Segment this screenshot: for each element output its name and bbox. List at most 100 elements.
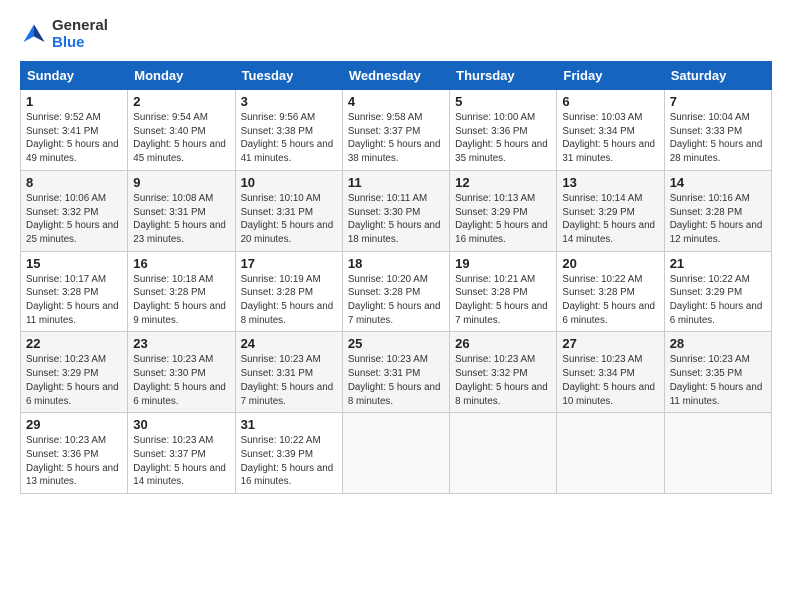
calendar-cell: 15 Sunrise: 10:17 AM Sunset: 3:28 PM Day… <box>21 251 128 332</box>
day-number: 31 <box>241 417 337 432</box>
calendar-cell: 13 Sunrise: 10:14 AM Sunset: 3:29 PM Day… <box>557 170 664 251</box>
day-number: 9 <box>133 175 229 190</box>
day-number: 29 <box>26 417 122 432</box>
day-number: 25 <box>348 336 444 351</box>
day-detail: Sunrise: 10:18 AM Sunset: 3:28 PM Daylig… <box>133 273 229 328</box>
day-detail: Sunrise: 10:08 AM Sunset: 3:31 PM Daylig… <box>133 192 229 247</box>
day-number: 14 <box>670 175 766 190</box>
day-number: 18 <box>348 256 444 271</box>
weekday-header-row: SundayMondayTuesdayWednesdayThursdayFrid… <box>21 62 772 90</box>
calendar-cell: 24 Sunrise: 10:23 AM Sunset: 3:31 PM Day… <box>235 332 342 413</box>
calendar-cell: 31 Sunrise: 10:22 AM Sunset: 3:39 PM Day… <box>235 413 342 494</box>
calendar-cell: 3 Sunrise: 9:56 AM Sunset: 3:38 PM Dayli… <box>235 90 342 171</box>
weekday-header-wednesday: Wednesday <box>342 62 449 90</box>
calendar-cell: 19 Sunrise: 10:21 AM Sunset: 3:28 PM Day… <box>450 251 557 332</box>
day-number: 27 <box>562 336 658 351</box>
day-detail: Sunrise: 10:17 AM Sunset: 3:28 PM Daylig… <box>26 273 122 328</box>
day-number: 16 <box>133 256 229 271</box>
day-number: 11 <box>348 175 444 190</box>
calendar-cell: 9 Sunrise: 10:08 AM Sunset: 3:31 PM Dayl… <box>128 170 235 251</box>
calendar-cell: 20 Sunrise: 10:22 AM Sunset: 3:28 PM Day… <box>557 251 664 332</box>
day-number: 10 <box>241 175 337 190</box>
day-detail: Sunrise: 10:23 AM Sunset: 3:31 PM Daylig… <box>241 353 337 408</box>
day-number: 4 <box>348 94 444 109</box>
day-number: 13 <box>562 175 658 190</box>
day-detail: Sunrise: 10:03 AM Sunset: 3:34 PM Daylig… <box>562 111 658 166</box>
day-number: 8 <box>26 175 122 190</box>
calendar-cell: 4 Sunrise: 9:58 AM Sunset: 3:37 PM Dayli… <box>342 90 449 171</box>
day-number: 1 <box>26 94 122 109</box>
day-detail: Sunrise: 10:20 AM Sunset: 3:28 PM Daylig… <box>348 273 444 328</box>
day-number: 19 <box>455 256 551 271</box>
day-detail: Sunrise: 10:23 AM Sunset: 3:36 PM Daylig… <box>26 434 122 489</box>
day-number: 23 <box>133 336 229 351</box>
calendar-cell: 2 Sunrise: 9:54 AM Sunset: 3:40 PM Dayli… <box>128 90 235 171</box>
day-detail: Sunrise: 10:23 AM Sunset: 3:34 PM Daylig… <box>562 353 658 408</box>
day-detail: Sunrise: 10:13 AM Sunset: 3:29 PM Daylig… <box>455 192 551 247</box>
day-number: 20 <box>562 256 658 271</box>
calendar-cell: 12 Sunrise: 10:13 AM Sunset: 3:29 PM Day… <box>450 170 557 251</box>
day-number: 12 <box>455 175 551 190</box>
week-row-1: 1 Sunrise: 9:52 AM Sunset: 3:41 PM Dayli… <box>21 90 772 171</box>
logo-text: General Blue <box>52 18 108 51</box>
day-number: 26 <box>455 336 551 351</box>
calendar-cell: 5 Sunrise: 10:00 AM Sunset: 3:36 PM Dayl… <box>450 90 557 171</box>
calendar-cell <box>450 413 557 494</box>
logo: General Blue <box>20 18 108 51</box>
weekday-header-saturday: Saturday <box>664 62 771 90</box>
day-detail: Sunrise: 10:23 AM Sunset: 3:37 PM Daylig… <box>133 434 229 489</box>
calendar-cell: 8 Sunrise: 10:06 AM Sunset: 3:32 PM Dayl… <box>21 170 128 251</box>
day-detail: Sunrise: 10:23 AM Sunset: 3:30 PM Daylig… <box>133 353 229 408</box>
day-number: 2 <box>133 94 229 109</box>
weekday-header-monday: Monday <box>128 62 235 90</box>
day-detail: Sunrise: 9:58 AM Sunset: 3:37 PM Dayligh… <box>348 111 444 166</box>
calendar-cell: 30 Sunrise: 10:23 AM Sunset: 3:37 PM Day… <box>128 413 235 494</box>
weekday-header-thursday: Thursday <box>450 62 557 90</box>
day-detail: Sunrise: 10:23 AM Sunset: 3:35 PM Daylig… <box>670 353 766 408</box>
day-detail: Sunrise: 9:54 AM Sunset: 3:40 PM Dayligh… <box>133 111 229 166</box>
day-detail: Sunrise: 9:56 AM Sunset: 3:38 PM Dayligh… <box>241 111 337 166</box>
weekday-header-friday: Friday <box>557 62 664 90</box>
day-number: 5 <box>455 94 551 109</box>
page: General Blue SundayMondayTuesdayWednesda… <box>0 0 792 612</box>
calendar-cell: 17 Sunrise: 10:19 AM Sunset: 3:28 PM Day… <box>235 251 342 332</box>
calendar-cell: 27 Sunrise: 10:23 AM Sunset: 3:34 PM Day… <box>557 332 664 413</box>
calendar-cell <box>557 413 664 494</box>
day-detail: Sunrise: 10:23 AM Sunset: 3:29 PM Daylig… <box>26 353 122 408</box>
day-number: 22 <box>26 336 122 351</box>
day-detail: Sunrise: 10:19 AM Sunset: 3:28 PM Daylig… <box>241 273 337 328</box>
calendar-cell: 26 Sunrise: 10:23 AM Sunset: 3:32 PM Day… <box>450 332 557 413</box>
day-number: 15 <box>26 256 122 271</box>
calendar-cell: 11 Sunrise: 10:11 AM Sunset: 3:30 PM Day… <box>342 170 449 251</box>
day-detail: Sunrise: 10:06 AM Sunset: 3:32 PM Daylig… <box>26 192 122 247</box>
header: General Blue <box>20 18 772 51</box>
week-row-3: 15 Sunrise: 10:17 AM Sunset: 3:28 PM Day… <box>21 251 772 332</box>
day-number: 7 <box>670 94 766 109</box>
calendar-cell: 21 Sunrise: 10:22 AM Sunset: 3:29 PM Day… <box>664 251 771 332</box>
calendar-table: SundayMondayTuesdayWednesdayThursdayFrid… <box>20 61 772 494</box>
day-number: 21 <box>670 256 766 271</box>
calendar-cell: 18 Sunrise: 10:20 AM Sunset: 3:28 PM Day… <box>342 251 449 332</box>
calendar-cell <box>664 413 771 494</box>
calendar-cell <box>342 413 449 494</box>
calendar-cell: 6 Sunrise: 10:03 AM Sunset: 3:34 PM Dayl… <box>557 90 664 171</box>
day-detail: Sunrise: 10:22 AM Sunset: 3:28 PM Daylig… <box>562 273 658 328</box>
calendar-cell: 16 Sunrise: 10:18 AM Sunset: 3:28 PM Day… <box>128 251 235 332</box>
day-detail: Sunrise: 10:04 AM Sunset: 3:33 PM Daylig… <box>670 111 766 166</box>
day-number: 28 <box>670 336 766 351</box>
day-detail: Sunrise: 10:21 AM Sunset: 3:28 PM Daylig… <box>455 273 551 328</box>
calendar-cell: 1 Sunrise: 9:52 AM Sunset: 3:41 PM Dayli… <box>21 90 128 171</box>
day-number: 24 <box>241 336 337 351</box>
day-detail: Sunrise: 10:22 AM Sunset: 3:29 PM Daylig… <box>670 273 766 328</box>
day-detail: Sunrise: 10:00 AM Sunset: 3:36 PM Daylig… <box>455 111 551 166</box>
week-row-4: 22 Sunrise: 10:23 AM Sunset: 3:29 PM Day… <box>21 332 772 413</box>
calendar-cell: 22 Sunrise: 10:23 AM Sunset: 3:29 PM Day… <box>21 332 128 413</box>
day-detail: Sunrise: 10:23 AM Sunset: 3:32 PM Daylig… <box>455 353 551 408</box>
calendar-cell: 25 Sunrise: 10:23 AM Sunset: 3:31 PM Day… <box>342 332 449 413</box>
calendar-cell: 28 Sunrise: 10:23 AM Sunset: 3:35 PM Day… <box>664 332 771 413</box>
day-number: 17 <box>241 256 337 271</box>
day-detail: Sunrise: 10:10 AM Sunset: 3:31 PM Daylig… <box>241 192 337 247</box>
day-detail: Sunrise: 9:52 AM Sunset: 3:41 PM Dayligh… <box>26 111 122 166</box>
day-detail: Sunrise: 10:16 AM Sunset: 3:28 PM Daylig… <box>670 192 766 247</box>
calendar-cell: 10 Sunrise: 10:10 AM Sunset: 3:31 PM Day… <box>235 170 342 251</box>
